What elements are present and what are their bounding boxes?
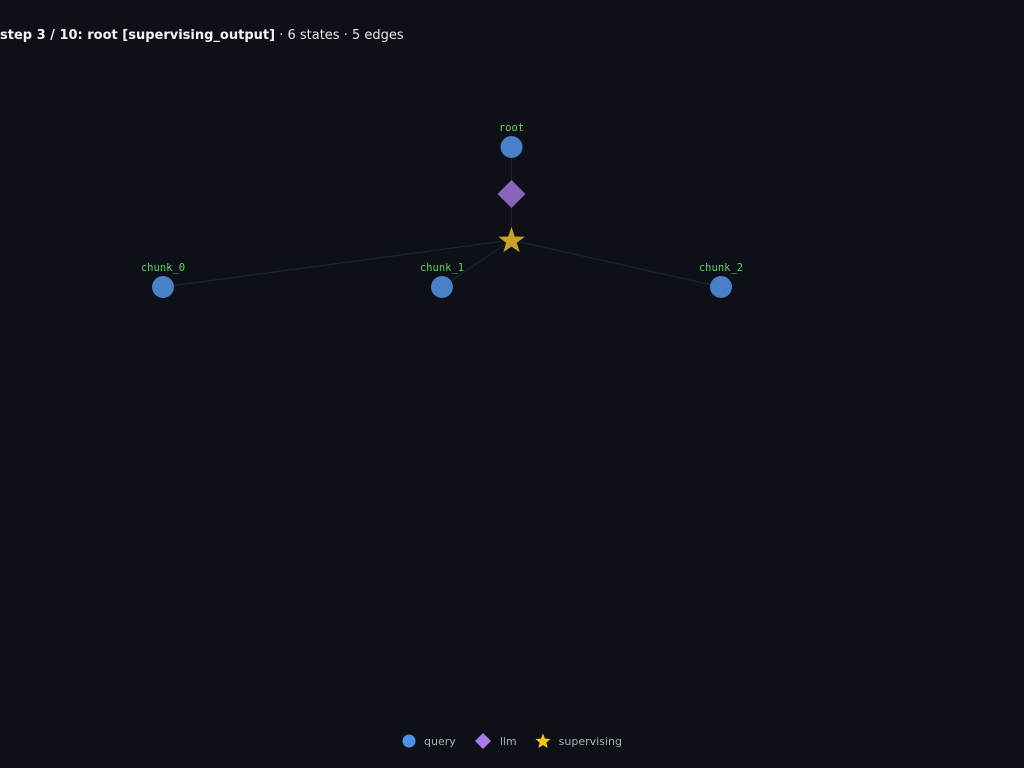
- query-node-circle[interactable]: [431, 276, 453, 298]
- state-graph: root chunk_0 chunk_1 chunk_2: [141, 122, 743, 298]
- node-chunk_1[interactable]: chunk_1: [420, 262, 464, 298]
- legend-label-supervising: supervising: [558, 734, 622, 748]
- legend-item-supervising: supervising: [535, 733, 622, 749]
- node-chunk_2[interactable]: chunk_2: [699, 262, 743, 298]
- legend-query-swatch: [402, 734, 416, 748]
- legend-item-llm: llm: [474, 732, 517, 750]
- diamond-icon: [474, 733, 491, 749]
- legend-llm-swatch: [474, 733, 491, 749]
- legend-label-query: query: [424, 734, 456, 748]
- query-node-circle[interactable]: [710, 276, 732, 298]
- legend: query llm supervising: [0, 731, 1024, 751]
- node-chunk_0[interactable]: chunk_0: [141, 262, 185, 298]
- supervising-node-star[interactable]: [498, 227, 525, 253]
- legend-item-query: query: [402, 734, 456, 748]
- star-icon: [535, 733, 551, 748]
- node-label-root: root: [499, 122, 524, 134]
- circle-icon: [402, 734, 416, 748]
- node-supervise_root[interactable]: [498, 227, 525, 253]
- node-label-chunk_2: chunk_2: [699, 262, 743, 274]
- legend-supervising-swatch: [535, 733, 551, 748]
- node-root[interactable]: root: [499, 122, 524, 158]
- node-label-chunk_0: chunk_0: [141, 262, 185, 274]
- edge-supervise_root-chunk_2: [511, 239, 722, 288]
- query-node-circle[interactable]: [152, 276, 174, 298]
- node-llm_root[interactable]: [497, 180, 526, 208]
- query-node-circle[interactable]: [500, 136, 523, 158]
- llm-node-diamond[interactable]: [497, 180, 526, 208]
- node-label-chunk_1: chunk_1: [420, 262, 464, 274]
- legend-label-llm: llm: [499, 734, 517, 748]
